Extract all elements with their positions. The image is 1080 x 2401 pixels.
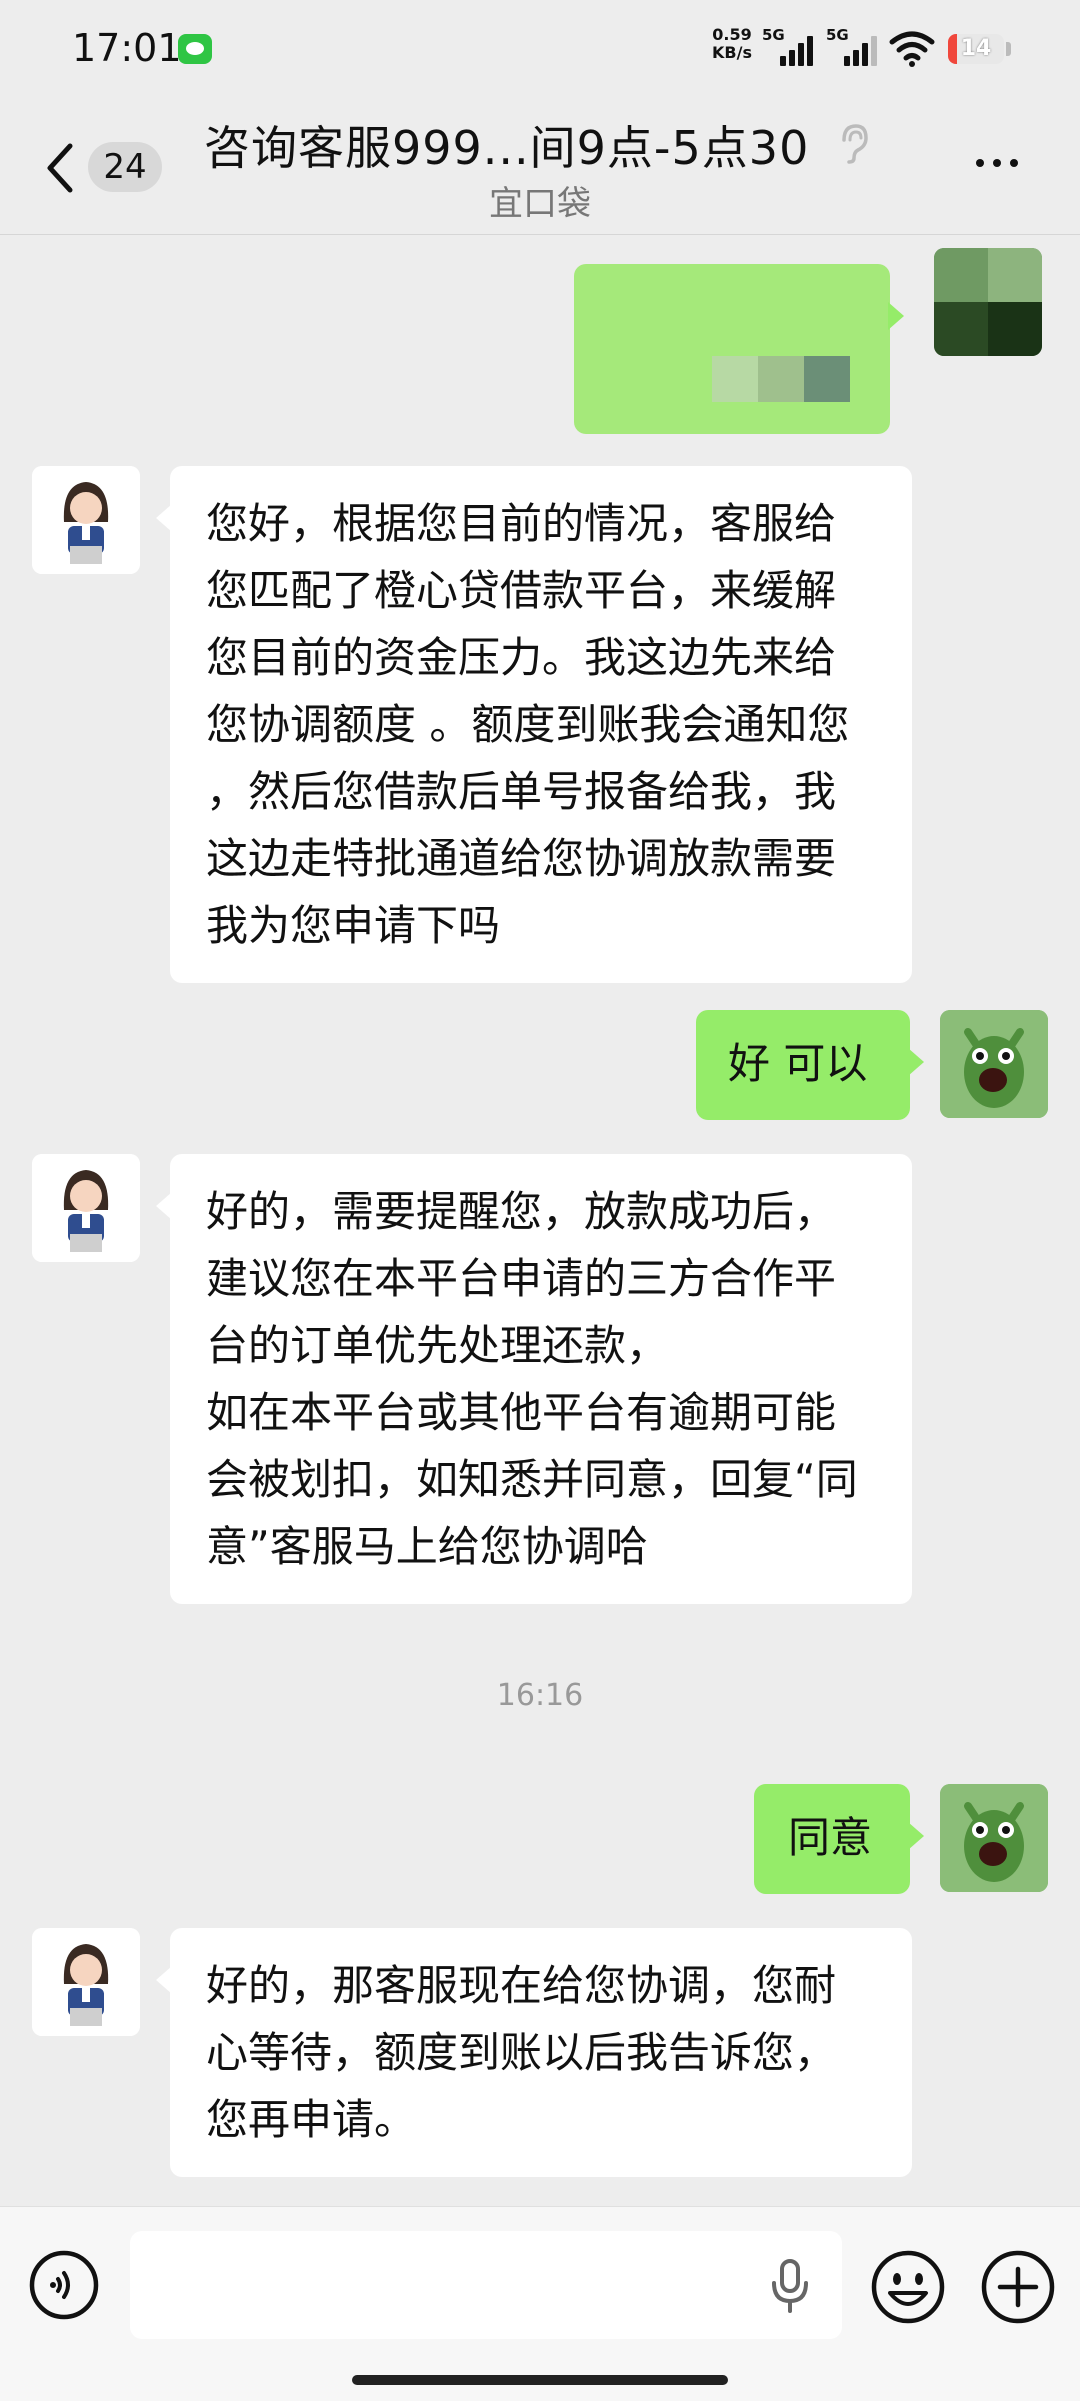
chat-title: 咨询客服999...间9点-5点30 <box>204 121 810 175</box>
chat-input-bar <box>0 2206 1080 2401</box>
green-monster-avatar-icon <box>940 1784 1048 1892</box>
status-bar: 17:01 0.59 KB/s 5G 5G 14 <box>0 0 1080 100</box>
green-monster-avatar-icon <box>940 1010 1048 1118</box>
user-avatar[interactable] <box>940 1784 1048 1892</box>
ear-mode-icon <box>842 124 868 164</box>
status-time: 17:01 <box>72 26 182 70</box>
signal-sim2-icon: 5G <box>826 26 886 66</box>
user-avatar-redacted[interactable] <box>934 248 1042 356</box>
net-speed-unit: KB/s <box>712 43 752 62</box>
message-bubble[interactable]: 好的，需要提醒您，放款成功后，建议您在本平台申请的三方合作平台的订单优先处理还款… <box>156 1154 912 1604</box>
agent-avatar-icon <box>32 1928 140 2036</box>
add-icon[interactable] <box>980 2249 1056 2325</box>
wifi-icon <box>889 31 935 67</box>
voice-input-icon[interactable] <box>28 2249 100 2321</box>
customer-service-avatar[interactable] <box>32 1928 140 2036</box>
agent-avatar-icon <box>32 466 140 574</box>
message-bubble[interactable]: 好的，那客服现在给您协调，您耐心等待，额度到账以后我告诉您，您再申请。 <box>156 1928 912 2177</box>
microphone-icon[interactable] <box>770 2259 810 2315</box>
chat-timestamp: 16:16 <box>496 1678 584 1713</box>
message-bubble[interactable]: 同意 <box>754 1784 924 1894</box>
net-speed: 0.59 KB/s <box>712 26 752 62</box>
redacted-message-bubble[interactable] <box>574 264 904 434</box>
header-divider <box>0 234 1080 235</box>
sim2-label: 5G <box>826 26 849 44</box>
agent-avatar-icon <box>32 1154 140 1262</box>
user-avatar[interactable] <box>940 1010 1048 1118</box>
battery-level: 14 <box>960 36 992 61</box>
message-input[interactable] <box>130 2231 842 2339</box>
customer-service-avatar[interactable] <box>32 1154 140 1262</box>
net-speed-value: 0.59 <box>712 25 752 44</box>
sim1-label: 5G <box>762 26 785 44</box>
more-options-icon[interactable] <box>976 152 1027 171</box>
message-bubble[interactable]: 好 可以 <box>696 1010 924 1120</box>
customer-service-avatar[interactable] <box>32 466 140 574</box>
signal-sim1-icon: 5G <box>762 26 822 66</box>
emoji-icon[interactable] <box>870 2249 946 2325</box>
home-indicator[interactable] <box>352 2375 728 2385</box>
chat-subtitle: 宜口袋 <box>489 184 591 224</box>
chat-header: 24 咨询客服999...间9点-5点30 宜口袋 <box>0 100 1080 234</box>
message-notification-icon <box>178 34 212 64</box>
message-bubble[interactable]: 您好，根据您目前的情况，客服给您匹配了橙心贷借款平台，来缓解您目前的资金压力。我… <box>156 466 912 983</box>
battery-icon: 14 <box>948 34 1004 64</box>
